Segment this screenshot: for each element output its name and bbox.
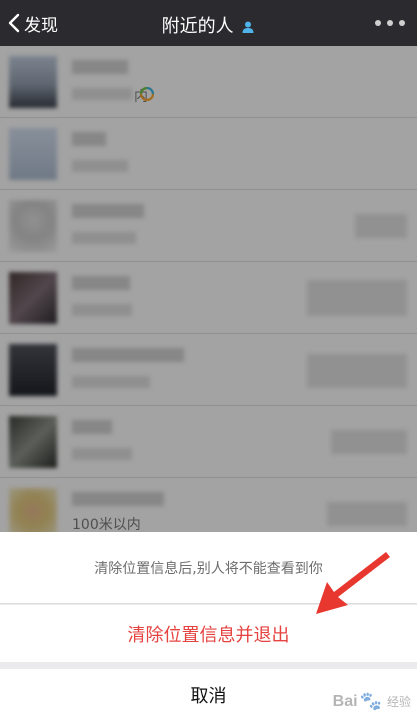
watermark: Bai 🐾 经验 xyxy=(333,691,411,712)
more-options-button[interactable] xyxy=(375,12,405,34)
clear-location-exit-button[interactable]: 清除位置信息并退出 xyxy=(0,605,417,662)
dot-icon xyxy=(399,20,405,26)
watermark-brand: Bai xyxy=(332,692,358,710)
dot-icon xyxy=(375,20,381,26)
page-title: 附近的人 xyxy=(0,12,417,38)
action-sheet-tip: 清除位置信息后,别人将不能查看到你 xyxy=(0,532,417,604)
page-title-text: 附近的人 xyxy=(161,16,234,37)
paw-icon: 🐾 xyxy=(359,691,382,711)
dot-icon xyxy=(387,20,393,26)
person-icon xyxy=(242,21,254,33)
navigation-bar: 发现 附近的人 xyxy=(0,0,417,46)
watermark-suffix: 经验 xyxy=(386,695,411,709)
